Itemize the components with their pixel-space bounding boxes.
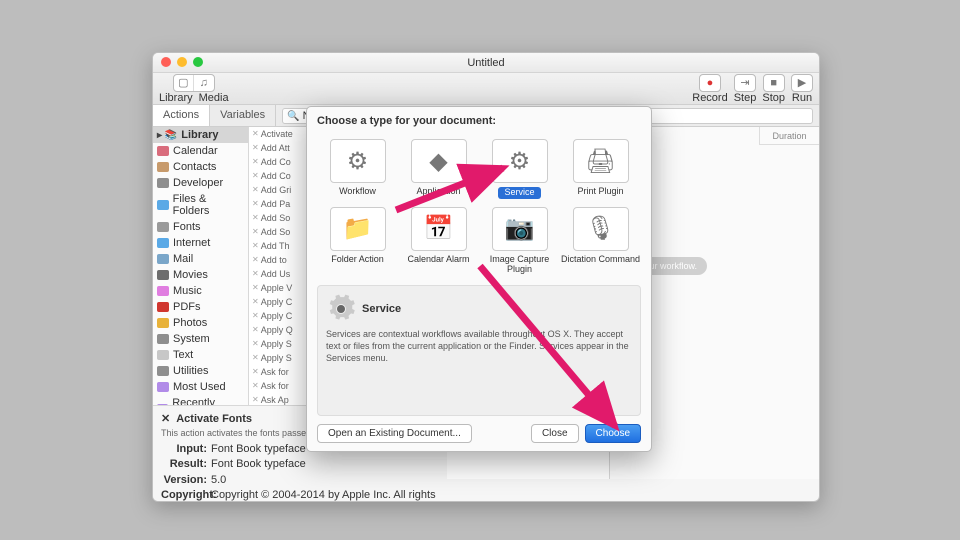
zoom-window-button[interactable] [193, 57, 203, 67]
doc-type-calendar-alarm[interactable]: 📅Calendar Alarm [398, 203, 479, 279]
record-button[interactable]: ● [700, 75, 720, 91]
action-row[interactable]: Add So [249, 211, 312, 225]
dialog-info-panel: Service Services are contextual workflow… [317, 285, 641, 416]
open-existing-button[interactable]: Open an Existing Document... [317, 424, 472, 443]
doc-type-icon: 🎙 [573, 207, 629, 251]
library-item[interactable]: Files & Folders [153, 191, 248, 219]
doc-type-workflow[interactable]: ⚙︎Workflow [317, 135, 398, 203]
library-item[interactable]: Calendar [153, 143, 248, 159]
doc-type-icon: 📁 [330, 207, 386, 251]
close-button[interactable]: Close [531, 424, 579, 443]
action-row[interactable]: Apply S [249, 337, 312, 351]
doc-type-application[interactable]: ◆Application [398, 135, 479, 203]
doc-type-image-capture-plugin[interactable]: 📷Image Capture Plugin [479, 203, 560, 279]
doc-type-icon: ⚙ [492, 139, 548, 183]
most-used-item[interactable]: Most Used [153, 379, 248, 395]
dialog-info-text: Services are contextual workflows availa… [326, 328, 632, 364]
dialog-header: Choose a type for your document: [307, 107, 651, 135]
library-item[interactable]: Mail [153, 251, 248, 267]
action-row[interactable]: Apply C [249, 309, 312, 323]
action-row[interactable]: Apple V [249, 281, 312, 295]
library-item[interactable]: System [153, 331, 248, 347]
action-row[interactable]: Add Us [249, 267, 312, 281]
document-type-dialog: Choose a type for your document: ⚙︎Workf… [306, 106, 652, 452]
toolbar: ▢ ♫ LibraryMedia ●Record ⇥Step ■Stop ▶Ru… [153, 73, 819, 105]
library-item[interactable]: Fonts [153, 219, 248, 235]
titlebar[interactable]: Untitled [153, 53, 819, 73]
library-item[interactable]: Text [153, 347, 248, 363]
library-item[interactable]: PDFs [153, 299, 248, 315]
action-row[interactable]: Add Co [249, 155, 312, 169]
action-row[interactable]: Ask for [249, 365, 312, 379]
library-item[interactable]: Music [153, 283, 248, 299]
action-row[interactable]: Apply C [249, 295, 312, 309]
action-row[interactable]: Apply Q [249, 323, 312, 337]
library-header[interactable]: ▸ 📚 Library [153, 127, 248, 143]
action-row[interactable]: Add Th [249, 239, 312, 253]
minimize-window-button[interactable] [177, 57, 187, 67]
wrench-icon: ✕ [161, 412, 170, 425]
close-window-button[interactable] [161, 57, 171, 67]
action-row[interactable]: Apply S [249, 351, 312, 365]
traffic-lights [161, 57, 203, 67]
library-item[interactable]: Movies [153, 267, 248, 283]
doc-type-icon: 📅 [411, 207, 467, 251]
action-row[interactable]: Ask for [249, 379, 312, 393]
run-button[interactable]: ▶ [792, 75, 812, 91]
doc-type-icon: ⚙︎ [330, 139, 386, 183]
step-button[interactable]: ⇥ [735, 75, 755, 91]
media-toggle-button[interactable]: ♫ [194, 75, 214, 91]
choose-button[interactable]: Choose [585, 424, 641, 443]
window-title: Untitled [467, 57, 504, 69]
tab-actions[interactable]: Actions [153, 105, 210, 126]
stop-button[interactable]: ■ [764, 75, 784, 91]
gear-icon [326, 294, 356, 324]
doc-type-folder-action[interactable]: 📁Folder Action [317, 203, 398, 279]
library-media-toggle: ▢ ♫ LibraryMedia [159, 74, 229, 104]
action-row[interactable]: Add So [249, 225, 312, 239]
action-row[interactable]: Add Att [249, 141, 312, 155]
library-item[interactable]: Developer [153, 175, 248, 191]
library-item[interactable]: Contacts [153, 159, 248, 175]
action-row[interactable]: Activate [249, 127, 312, 141]
doc-type-icon: 🖨 [573, 139, 629, 183]
doc-type-icon: 📷 [492, 207, 548, 251]
library-item[interactable]: Photos [153, 315, 248, 331]
action-row[interactable]: Add Co [249, 169, 312, 183]
doc-type-print-plugin[interactable]: 🖨Print Plugin [560, 135, 641, 203]
library-item[interactable]: Utilities [153, 363, 248, 379]
duration-column-header: Duration [759, 127, 819, 145]
doc-type-service[interactable]: ⚙Service [479, 135, 560, 203]
action-row[interactable]: Add Gri [249, 183, 312, 197]
doc-type-icon: ◆ [411, 139, 467, 183]
library-toggle-button[interactable]: ▢ [174, 75, 194, 91]
action-row[interactable]: Add Pa [249, 197, 312, 211]
library-item[interactable]: Internet [153, 235, 248, 251]
action-row[interactable]: Add to [249, 253, 312, 267]
doc-type-dictation-command[interactable]: 🎙Dictation Command [560, 203, 641, 279]
tab-variables[interactable]: Variables [210, 105, 276, 126]
